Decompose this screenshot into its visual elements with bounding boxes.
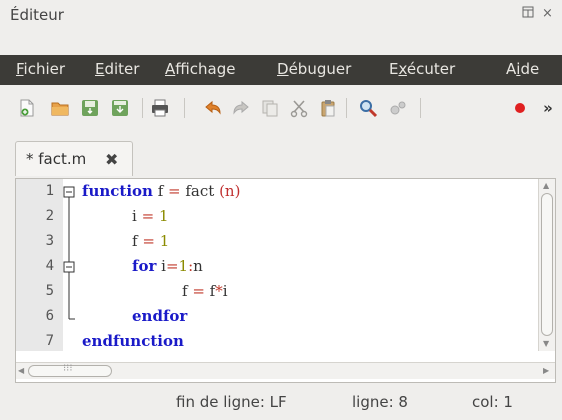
code-text: i <box>222 282 228 300</box>
undo-icon[interactable] <box>203 98 223 118</box>
line-number: 6 <box>45 308 54 324</box>
toolbar-separator <box>184 98 185 118</box>
more-icon[interactable]: » <box>538 98 558 118</box>
line-number: 5 <box>45 283 54 299</box>
scroll-down-icon[interactable]: ▼ <box>543 339 549 348</box>
menu-affichage-mnemonic: A <box>165 60 176 78</box>
keyword: function <box>82 182 153 200</box>
number: 1 <box>159 232 170 250</box>
code-text: n <box>193 257 203 275</box>
breakpoint-icon[interactable] <box>510 98 530 118</box>
save-as-icon[interactable] <box>110 98 130 118</box>
open-folder-icon[interactable] <box>50 98 70 118</box>
code-area[interactable]: function f = fact (n) i = 1 f = 1 for i=… <box>82 179 537 351</box>
new-file-icon[interactable] <box>17 98 37 118</box>
menu-executer[interactable]: Exécuter <box>389 60 455 78</box>
tab-strip: * fact.m ✖ <box>0 138 562 178</box>
status-line: ligne: 8 <box>352 393 408 411</box>
horizontal-scroll-thumb[interactable]: ⁝⁝⁝ <box>28 363 112 377</box>
scroll-up-icon[interactable]: ▲ <box>543 181 549 190</box>
line-number-gutter: 1 2 3 4 5 6 7 <box>16 179 63 351</box>
redo-icon[interactable] <box>231 98 251 118</box>
code-text: fact <box>180 182 220 200</box>
operator: * <box>215 282 223 300</box>
menubar: Fichier Editer Affichage Débuguer Exécut… <box>0 55 562 85</box>
tab-label: * fact.m <box>26 150 87 168</box>
window-title: Éditeur <box>10 6 64 24</box>
window-titlebar: Éditeur × <box>0 0 562 30</box>
code-text: f <box>132 232 143 250</box>
fold-markers <box>63 186 75 320</box>
paste-icon[interactable] <box>318 98 338 118</box>
code-line-6: endfor <box>132 307 187 325</box>
code-text: i <box>156 257 166 275</box>
line-number: 3 <box>45 233 54 249</box>
keyword: endfor <box>132 307 188 325</box>
keyword: for <box>132 257 157 275</box>
toolbar-separator <box>346 98 347 118</box>
code-text: f <box>182 282 193 300</box>
menu-editer[interactable]: Editer <box>95 60 139 78</box>
code-line-7: endfunction <box>82 332 184 350</box>
number: 1 <box>178 257 189 275</box>
save-icon[interactable] <box>80 98 100 118</box>
scroll-right-icon[interactable]: ▶ <box>543 366 549 375</box>
code-editor[interactable]: 1 2 3 4 5 6 7 function f = fact (n) i = … <box>15 178 556 383</box>
menu-aide[interactable]: Aide <box>506 60 539 78</box>
code-line-4: for i=1:n <box>132 257 203 275</box>
line-number: 2 <box>45 208 54 224</box>
print-icon[interactable] <box>150 98 170 118</box>
code-line-5: f = f*i <box>182 282 228 300</box>
cut-icon[interactable] <box>289 98 309 118</box>
paren-args: (n) <box>219 182 241 200</box>
menu-editer-mnemonic: E <box>95 60 105 78</box>
status-eol: fin de ligne: LF <box>176 393 287 411</box>
horizontal-scrollbar[interactable]: ◀ ⁝⁝⁝ ▶ <box>16 362 555 379</box>
scroll-grip-icon: ⁝⁝⁝ <box>63 363 73 374</box>
code-text: f <box>204 282 216 300</box>
menu-executer-mnemonic: x <box>398 60 407 78</box>
vertical-scrollbar[interactable]: ▲ ▼ <box>538 179 555 351</box>
menu-fichier[interactable]: Fichier <box>16 60 65 78</box>
scroll-left-icon[interactable]: ◀ <box>18 366 24 375</box>
line-number: 1 <box>45 183 54 199</box>
tab-fact-m[interactable]: * fact.m ✖ <box>15 141 133 176</box>
close-icon[interactable]: × <box>542 6 553 21</box>
menu-fichier-mnemonic: F <box>16 60 24 78</box>
float-window-icon[interactable] <box>522 6 534 22</box>
number: 1 <box>158 207 169 225</box>
menu-aide-mnemonic: i <box>516 60 521 78</box>
toolbar-separator <box>420 98 421 118</box>
operator: = <box>141 207 155 225</box>
status-col: col: 1 <box>472 393 513 411</box>
code-line-1: function f = fact (n) <box>82 182 240 200</box>
operator: = <box>168 182 181 200</box>
operator: = <box>142 232 155 250</box>
status-bar: fin de ligne: LF ligne: 8 col: 1 <box>0 384 562 420</box>
keyword: endfunction <box>82 332 184 350</box>
code-text: f <box>152 182 169 200</box>
settings-icon[interactable] <box>388 98 408 118</box>
menu-debuguer[interactable]: Débuguer <box>277 60 351 78</box>
find-icon[interactable] <box>358 98 378 118</box>
code-text: i <box>132 207 142 225</box>
copy-icon[interactable] <box>260 98 280 118</box>
close-tab-icon[interactable]: ✖ <box>105 150 118 169</box>
toolbar: » <box>0 86 562 130</box>
line-number: 7 <box>45 333 54 349</box>
code-line-3: f = 1 <box>132 232 169 250</box>
menu-affichage[interactable]: Affichage <box>165 60 235 78</box>
operator: = <box>165 257 179 275</box>
menu-debuguer-mnemonic: D <box>277 60 289 78</box>
toolbar-separator <box>142 98 143 118</box>
code-line-2: i = 1 <box>132 207 168 225</box>
vertical-scroll-thumb[interactable] <box>541 193 553 336</box>
operator: = <box>192 282 205 300</box>
line-number: 4 <box>45 258 54 274</box>
